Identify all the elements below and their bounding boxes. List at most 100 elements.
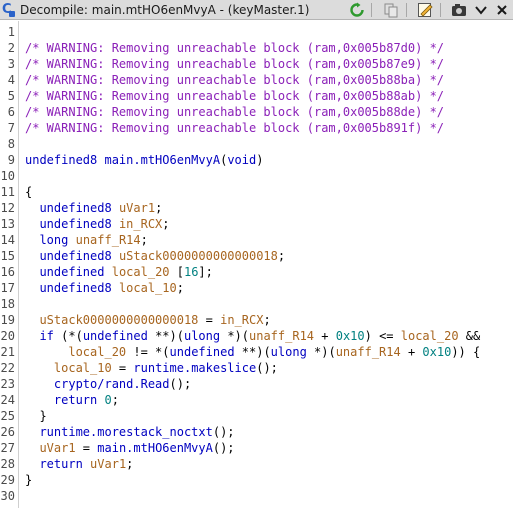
code-line[interactable] — [25, 296, 39, 312]
line-number: 3 — [7, 57, 15, 71]
edit-icon[interactable] — [415, 1, 435, 19]
code-line[interactable]: /* WARNING: Removing unreachable block (… — [25, 40, 444, 56]
line-number: 25 — [0, 409, 15, 423]
line-number: 12 — [0, 201, 15, 215]
line-number: 10 — [0, 169, 15, 183]
code-token: 0x10 — [335, 329, 365, 343]
code-token: [ — [169, 265, 184, 279]
code-line[interactable]: undefined8 uVar1; — [25, 200, 162, 216]
code-token: undefined — [39, 265, 105, 279]
code-token[interactable]: crypto/rand.Read — [54, 377, 170, 391]
close-icon[interactable] — [492, 1, 512, 19]
code-token: /* WARNING: Removing unreachable block (… — [25, 105, 445, 119]
line-number: 9 — [7, 153, 15, 167]
code-token[interactable]: local_20 — [401, 329, 459, 343]
code-line[interactable]: /* WARNING: Removing unreachable block (… — [25, 88, 444, 104]
code-token[interactable]: in_RCX — [220, 313, 263, 327]
code-token[interactable]: local_20 — [68, 345, 126, 359]
code-token[interactable]: unaff_R14 — [249, 329, 314, 343]
line-number: 18 — [0, 297, 15, 311]
code-line[interactable]: undefined8 local_10; — [25, 280, 184, 296]
code-line[interactable]: /* WARNING: Removing unreachable block (… — [25, 56, 444, 72]
code-token: )) { — [451, 345, 481, 359]
code-line[interactable]: local_10 = runtime.makeslice(); — [25, 360, 278, 376]
code-line[interactable]: /* WARNING: Removing unreachable block (… — [25, 72, 444, 88]
code-token[interactable]: in_RCX — [119, 217, 162, 231]
copy-icon[interactable] — [381, 1, 401, 19]
code-token[interactable]: main.mtHO6enMvyA — [97, 441, 213, 455]
refresh-icon[interactable] — [347, 1, 367, 19]
line-number: 28 — [0, 457, 15, 471]
code-line[interactable]: runtime.morestack_noctxt(); — [25, 424, 234, 440]
code-token[interactable]: unaff_R14 — [76, 233, 141, 247]
code-token: (); — [256, 361, 278, 375]
code-line[interactable]: uVar1 = main.mtHO6enMvyA(); — [25, 440, 234, 456]
line-number: 17 — [0, 281, 15, 295]
code-token: 0x10 — [422, 345, 452, 359]
code-line[interactable]: return 0; — [25, 392, 119, 408]
code-token[interactable]: runtime.makeslice — [133, 361, 256, 375]
code-line[interactable]: /* WARNING: Removing unreachable block (… — [25, 104, 444, 120]
code-line[interactable]: crypto/rand.Read(); — [25, 376, 191, 392]
code-token: = — [198, 313, 221, 327]
line-number: 13 — [0, 217, 15, 231]
code-token: ; — [162, 217, 170, 231]
code-token: (*( — [53, 329, 83, 343]
line-number: 30 — [0, 489, 15, 503]
code-line[interactable]: undefined8 main.mtHO6enMvyA(void) — [25, 152, 263, 168]
code-line[interactable]: } — [25, 408, 47, 424]
code-line[interactable]: } — [25, 472, 32, 488]
code-token: void — [227, 153, 257, 167]
code-token[interactable]: uVar1 — [90, 457, 126, 471]
code-line[interactable]: /* WARNING: Removing unreachable block (… — [25, 120, 444, 136]
code-token: /* WARNING: Removing unreachable block (… — [25, 73, 445, 87]
toolbar-separator — [371, 3, 372, 17]
code-token: return — [39, 457, 83, 471]
line-number: 19 — [0, 313, 15, 327]
code-token[interactable]: local_10 — [119, 281, 177, 295]
line-number: 8 — [7, 137, 15, 151]
code-line[interactable]: undefined local_20 [16]; — [25, 264, 213, 280]
code-line[interactable]: if (*(undefined **)(ulong *)(unaff_R14 +… — [25, 328, 480, 344]
code-token[interactable]: uVar1 — [39, 441, 75, 455]
line-number: 23 — [0, 377, 15, 391]
code-token[interactable]: local_20 — [112, 265, 170, 279]
toolbar-separator — [406, 3, 407, 17]
code-token[interactable]: local_10 — [54, 361, 112, 375]
code-token: (); — [169, 377, 192, 391]
code-token: ]; — [198, 265, 213, 279]
code-token[interactable]: unaff_R14 — [336, 345, 401, 359]
code-token[interactable]: uVar1 — [119, 201, 155, 215]
snapshot-icon[interactable] — [449, 1, 469, 19]
code-line[interactable]: return uVar1; — [25, 456, 133, 472]
line-number: 14 — [0, 233, 15, 247]
decompiled-code-view[interactable]: 1 2 3 4 5 6 7 8 9 10 11 12 13 14 15 16 17 18 19 20 21 22 23 24 2… — [0, 21, 513, 508]
code-token: ; — [155, 201, 163, 215]
code-token: } — [25, 409, 47, 423]
code-token[interactable]: main.mtHO6enMvyA — [104, 153, 220, 167]
code-line[interactable]: long unaff_R14; — [25, 232, 147, 248]
code-line[interactable]: local_20 != *(undefined **)(ulong *)(una… — [25, 344, 480, 360]
code-line[interactable]: uStack0000000000000018 = in_RCX; — [25, 312, 270, 328]
code-line[interactable]: undefined8 in_RCX; — [25, 216, 170, 232]
code-token[interactable]: uStack0000000000000018 — [39, 313, 198, 327]
decompiler-title-bar: C Decompile: main.mtHO6enMvyA - (keyMast… — [0, 0, 513, 20]
code-token[interactable]: runtime.morestack_noctxt — [39, 425, 212, 439]
line-number: 15 — [0, 249, 15, 263]
code-line[interactable]: { — [25, 184, 32, 200]
code-token: undefined8 — [39, 249, 112, 263]
code-token: 0 — [104, 393, 112, 407]
code-line[interactable]: undefined8 uStack0000000000000018; — [25, 248, 285, 264]
code-token: undefined8 — [25, 153, 98, 167]
line-number: 7 — [7, 121, 15, 135]
code-token[interactable]: uStack0000000000000018 — [119, 249, 278, 263]
chevron-down-icon[interactable] — [471, 1, 491, 19]
